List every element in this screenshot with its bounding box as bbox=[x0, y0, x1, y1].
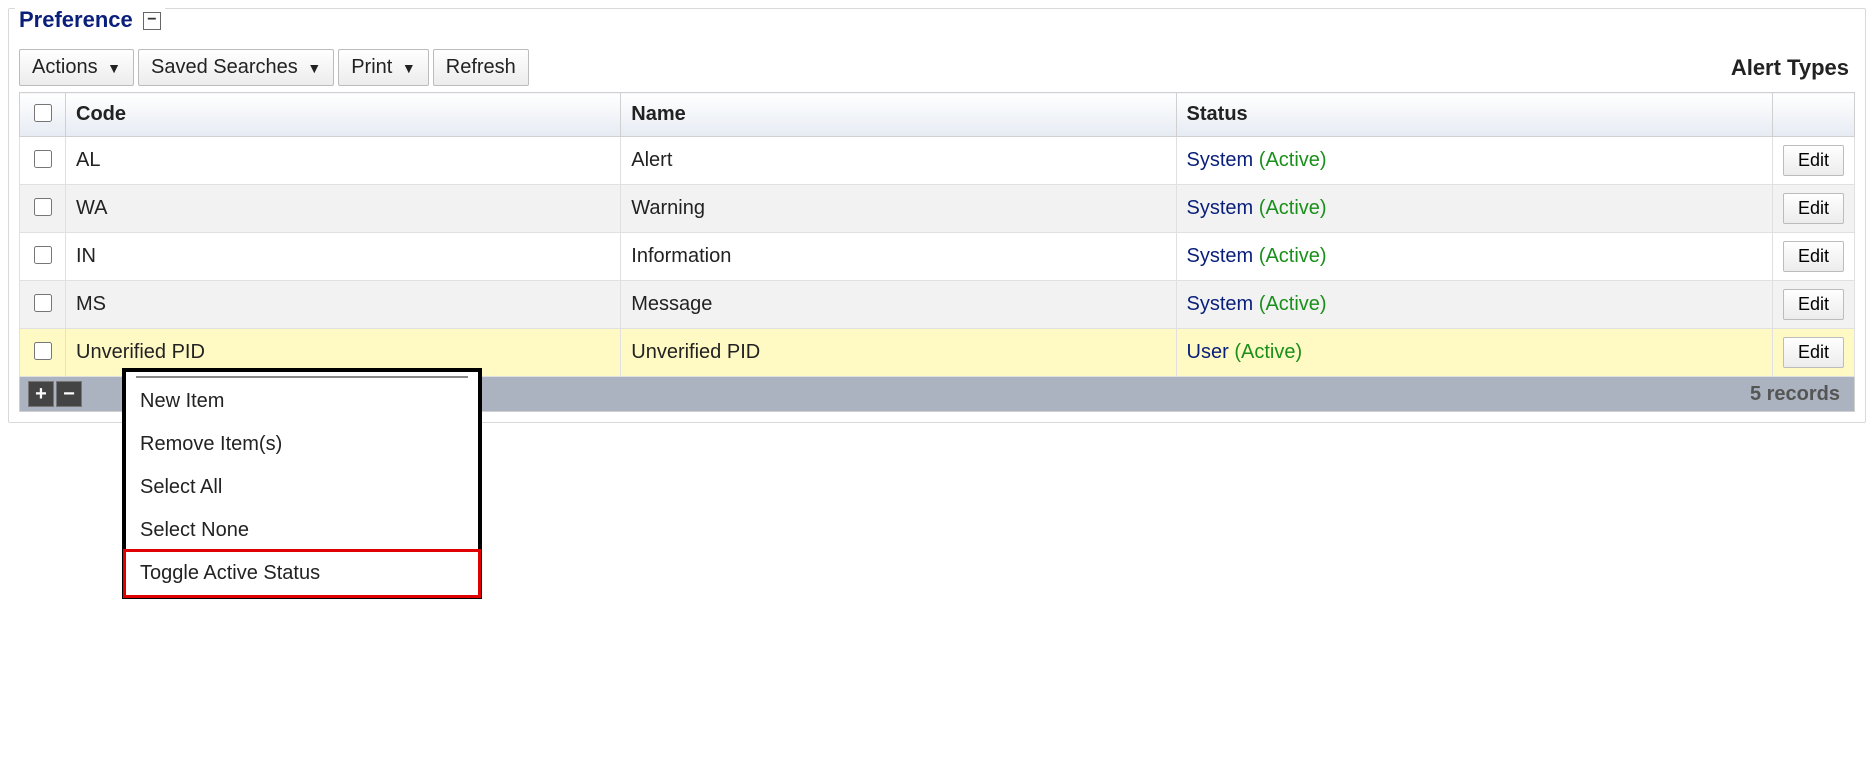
remove-row-button[interactable]: − bbox=[56, 381, 82, 407]
status-scope: User bbox=[1187, 341, 1235, 363]
cell-name: Alert bbox=[621, 137, 1176, 185]
cell-status: System (Active) bbox=[1176, 185, 1772, 233]
cell-status: User (Active) bbox=[1176, 329, 1772, 377]
refresh-button[interactable]: Refresh bbox=[433, 49, 529, 86]
toolbar-left: Actions ▼ Saved Searches ▼ Print ▼ Refre… bbox=[19, 49, 529, 86]
record-count: 5 records bbox=[1750, 383, 1846, 406]
row-checkbox-cell bbox=[20, 329, 66, 377]
chevron-down-icon: ▼ bbox=[307, 60, 321, 76]
cell-code: MS bbox=[66, 281, 621, 329]
chevron-down-icon: ▼ bbox=[107, 60, 121, 76]
print-button[interactable]: Print ▼ bbox=[338, 49, 429, 86]
cell-name: Warning bbox=[621, 185, 1176, 233]
saved-searches-label: Saved Searches bbox=[151, 56, 298, 78]
cell-status: System (Active) bbox=[1176, 281, 1772, 329]
status-scope: System bbox=[1187, 149, 1259, 171]
cell-edit: Edit bbox=[1772, 185, 1854, 233]
preference-panel: Preference − Actions ▼ Saved Searches ▼ … bbox=[8, 8, 1866, 423]
status-scope: System bbox=[1187, 197, 1259, 219]
status-scope: System bbox=[1187, 293, 1259, 315]
chevron-down-icon: ▼ bbox=[402, 60, 416, 76]
edit-button[interactable]: Edit bbox=[1783, 193, 1844, 224]
context-menu-item[interactable]: Select None bbox=[126, 509, 478, 552]
header-checkbox-cell bbox=[20, 93, 66, 137]
context-menu-item[interactable]: Remove Item(s) bbox=[126, 423, 478, 466]
alert-types-table: Code Name Status ALAlertSystem (Active)E… bbox=[19, 92, 1855, 377]
section-label: Alert Types bbox=[1731, 55, 1855, 81]
row-checkbox[interactable] bbox=[34, 246, 52, 264]
cell-code: WA bbox=[66, 185, 621, 233]
table-row[interactable]: ALAlertSystem (Active)Edit bbox=[20, 137, 1855, 185]
panel-legend: Preference − bbox=[15, 7, 165, 33]
edit-button[interactable]: Edit bbox=[1783, 337, 1844, 368]
status-state: (Active) bbox=[1259, 245, 1327, 267]
edit-button[interactable]: Edit bbox=[1783, 241, 1844, 272]
cell-edit: Edit bbox=[1772, 329, 1854, 377]
row-checkbox-cell bbox=[20, 233, 66, 281]
status-state: (Active) bbox=[1259, 197, 1327, 219]
status-state: (Active) bbox=[1234, 341, 1302, 363]
refresh-label: Refresh bbox=[446, 56, 516, 78]
status-state: (Active) bbox=[1259, 149, 1327, 171]
cell-edit: Edit bbox=[1772, 281, 1854, 329]
table-row[interactable]: MSMessageSystem (Active)Edit bbox=[20, 281, 1855, 329]
row-checkbox[interactable] bbox=[34, 294, 52, 312]
context-menu-item[interactable]: Toggle Active Status bbox=[123, 549, 481, 598]
row-checkbox-cell bbox=[20, 185, 66, 233]
cell-status: System (Active) bbox=[1176, 137, 1772, 185]
actions-label: Actions bbox=[32, 56, 98, 78]
menu-separator bbox=[136, 376, 468, 378]
cell-name: Unverified PID bbox=[621, 329, 1176, 377]
context-menu-item[interactable]: New Item bbox=[126, 380, 478, 423]
cell-name: Message bbox=[621, 281, 1176, 329]
row-checkbox-cell bbox=[20, 137, 66, 185]
add-remove-group: + − bbox=[28, 381, 82, 407]
context-menu: New ItemRemove Item(s)Select AllSelect N… bbox=[122, 368, 482, 599]
table-row[interactable]: INInformationSystem (Active)Edit bbox=[20, 233, 1855, 281]
row-checkbox[interactable] bbox=[34, 150, 52, 168]
header-code[interactable]: Code bbox=[66, 93, 621, 137]
row-checkbox[interactable] bbox=[34, 198, 52, 216]
cell-code: IN bbox=[66, 233, 621, 281]
panel-title: Preference bbox=[19, 7, 133, 32]
saved-searches-button[interactable]: Saved Searches ▼ bbox=[138, 49, 334, 86]
cell-name: Information bbox=[621, 233, 1176, 281]
cell-code: AL bbox=[66, 137, 621, 185]
status-state: (Active) bbox=[1259, 293, 1327, 315]
table-header-row: Code Name Status bbox=[20, 93, 1855, 137]
row-checkbox[interactable] bbox=[34, 342, 52, 360]
toolbar: Actions ▼ Saved Searches ▼ Print ▼ Refre… bbox=[19, 49, 1855, 86]
edit-button[interactable]: Edit bbox=[1783, 145, 1844, 176]
cell-status: System (Active) bbox=[1176, 233, 1772, 281]
cell-edit: Edit bbox=[1772, 233, 1854, 281]
status-scope: System bbox=[1187, 245, 1259, 267]
table-row[interactable]: WAWarningSystem (Active)Edit bbox=[20, 185, 1855, 233]
collapse-icon[interactable]: − bbox=[143, 12, 161, 30]
print-label: Print bbox=[351, 56, 392, 78]
header-name[interactable]: Name bbox=[621, 93, 1176, 137]
row-checkbox-cell bbox=[20, 281, 66, 329]
cell-edit: Edit bbox=[1772, 137, 1854, 185]
context-menu-item[interactable]: Select All bbox=[126, 466, 478, 509]
edit-button[interactable]: Edit bbox=[1783, 289, 1844, 320]
select-all-checkbox[interactable] bbox=[34, 104, 52, 122]
add-row-button[interactable]: + bbox=[28, 381, 54, 407]
header-edit bbox=[1772, 93, 1854, 137]
actions-button[interactable]: Actions ▼ bbox=[19, 49, 134, 86]
header-status[interactable]: Status bbox=[1176, 93, 1772, 137]
